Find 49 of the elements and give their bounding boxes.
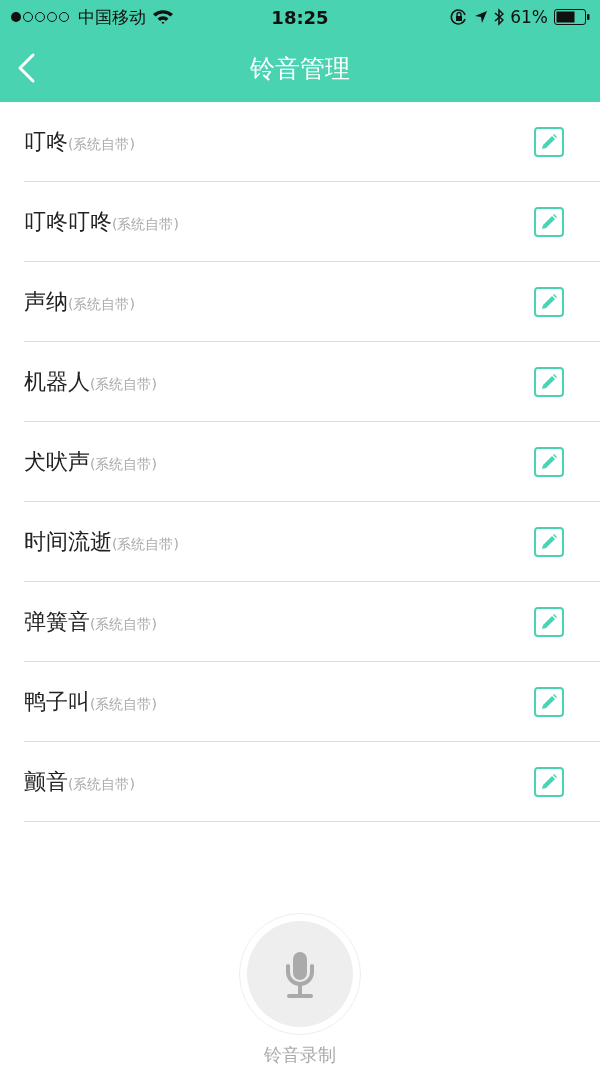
- ringtone-source: (系统自带): [112, 215, 179, 234]
- ringtone-name[interactable]: 声纳: [24, 286, 68, 317]
- ringtone-source: (系统自带): [90, 615, 157, 634]
- edit-button[interactable]: [534, 686, 564, 717]
- edit-button[interactable]: [534, 206, 564, 237]
- ringtone-name[interactable]: 弹簧音: [24, 606, 90, 637]
- clock-time: 18:25: [271, 6, 329, 28]
- edit-button[interactable]: [534, 766, 564, 797]
- pencil-icon: [541, 773, 557, 790]
- battery-percent: 61%: [510, 7, 548, 27]
- bluetooth-icon: [494, 8, 505, 26]
- rotation-lock-icon: [450, 8, 469, 26]
- ringtone-source: (系统自带): [90, 375, 157, 394]
- pencil-icon: [541, 533, 557, 550]
- record-label: 铃音录制: [264, 1043, 336, 1067]
- ringtone-name[interactable]: 机器人: [24, 366, 90, 397]
- edit-button[interactable]: [534, 446, 564, 477]
- ringtone-name[interactable]: 时间流逝: [24, 526, 112, 557]
- edit-button[interactable]: [534, 366, 564, 397]
- ringtone-name[interactable]: 叮咚叮咚: [24, 206, 112, 237]
- edit-button[interactable]: [534, 286, 564, 317]
- ringtone-name[interactable]: 鸭子叫: [24, 686, 90, 717]
- battery-icon: [554, 9, 590, 25]
- microphone-icon: [285, 950, 315, 998]
- edit-button[interactable]: [534, 126, 564, 157]
- edit-button[interactable]: [534, 606, 564, 637]
- pencil-icon: [541, 453, 557, 470]
- ringtone-name[interactable]: 颤音: [24, 766, 68, 797]
- pencil-icon: [541, 133, 557, 150]
- ringtone-name[interactable]: 叮咚: [24, 126, 68, 157]
- back-chevron-icon: [16, 52, 36, 84]
- ringtone-source: (系统自带): [68, 135, 135, 154]
- ringtone-source: (系统自带): [112, 535, 179, 554]
- wifi-icon: [152, 9, 174, 25]
- pencil-icon: [541, 373, 557, 390]
- pencil-icon: [541, 693, 557, 710]
- ringtone-source: (系统自带): [68, 295, 135, 314]
- pencil-icon: [541, 293, 557, 310]
- ringtone-source: (系统自带): [90, 695, 157, 714]
- location-icon: [474, 10, 489, 24]
- ringtone-name[interactable]: 犬吠声: [24, 446, 90, 477]
- page-title: 铃音管理: [250, 52, 350, 85]
- carrier-name: 中国移动: [78, 5, 146, 29]
- signal-icon: [10, 11, 72, 23]
- ringtone-source: (系统自带): [90, 455, 157, 474]
- ringtone-source: (系统自带): [68, 775, 135, 794]
- pencil-icon: [541, 213, 557, 230]
- edit-button[interactable]: [534, 526, 564, 557]
- pencil-icon: [541, 613, 557, 630]
